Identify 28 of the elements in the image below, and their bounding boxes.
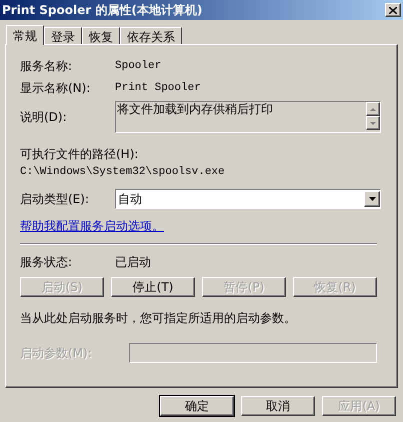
- field-label: 启动类型(E):: [20, 190, 90, 208]
- dialog-button[interactable]: 取消: [241, 396, 315, 416]
- field-label: 显示名称(N):: [20, 80, 92, 97]
- caret-icon: [368, 196, 376, 200]
- description-box[interactable]: 将文件加载到内存供稍后打印: [115, 101, 381, 133]
- path-value: C:\Windows\System32\spoolsv.exe: [20, 165, 226, 180]
- scroll-bar[interactable]: [366, 102, 380, 132]
- tab[interactable]: 依存关系: [120, 27, 182, 44]
- up-arrow-icon: [370, 108, 376, 110]
- dialog-button[interactable]: 停止(T): [111, 276, 195, 296]
- display-name-value: Print Spooler: [115, 80, 201, 96]
- tab[interactable]: 登录: [44, 27, 82, 44]
- field-label: 服务名称:: [20, 58, 74, 75]
- window-title: Print Spooler 的属性(本地计算机): [2, 2, 202, 19]
- service-name-value: Spooler: [115, 58, 162, 74]
- field-label: 说明(D):: [20, 109, 68, 126]
- hint-text: 当从此处启动服务时，您可指定所适用的启动参数。: [20, 310, 297, 326]
- close-button[interactable]: [385, 3, 401, 17]
- dialog-button[interactable]: 确定: [160, 396, 234, 416]
- field-label: 可执行文件的路径(H):: [20, 146, 140, 163]
- startup-type-dropdown[interactable]: 自动: [115, 188, 381, 208]
- help-link[interactable]: 帮助我配置服务启动选项。: [20, 216, 164, 234]
- tab[interactable]: 常规: [6, 25, 44, 45]
- tab[interactable]: 恢复: [82, 27, 120, 44]
- service-status-value: 已启动: [115, 254, 151, 270]
- close-icon: [389, 6, 397, 14]
- down-arrow-icon: [370, 122, 376, 124]
- field-label: 服务状态:: [20, 254, 74, 270]
